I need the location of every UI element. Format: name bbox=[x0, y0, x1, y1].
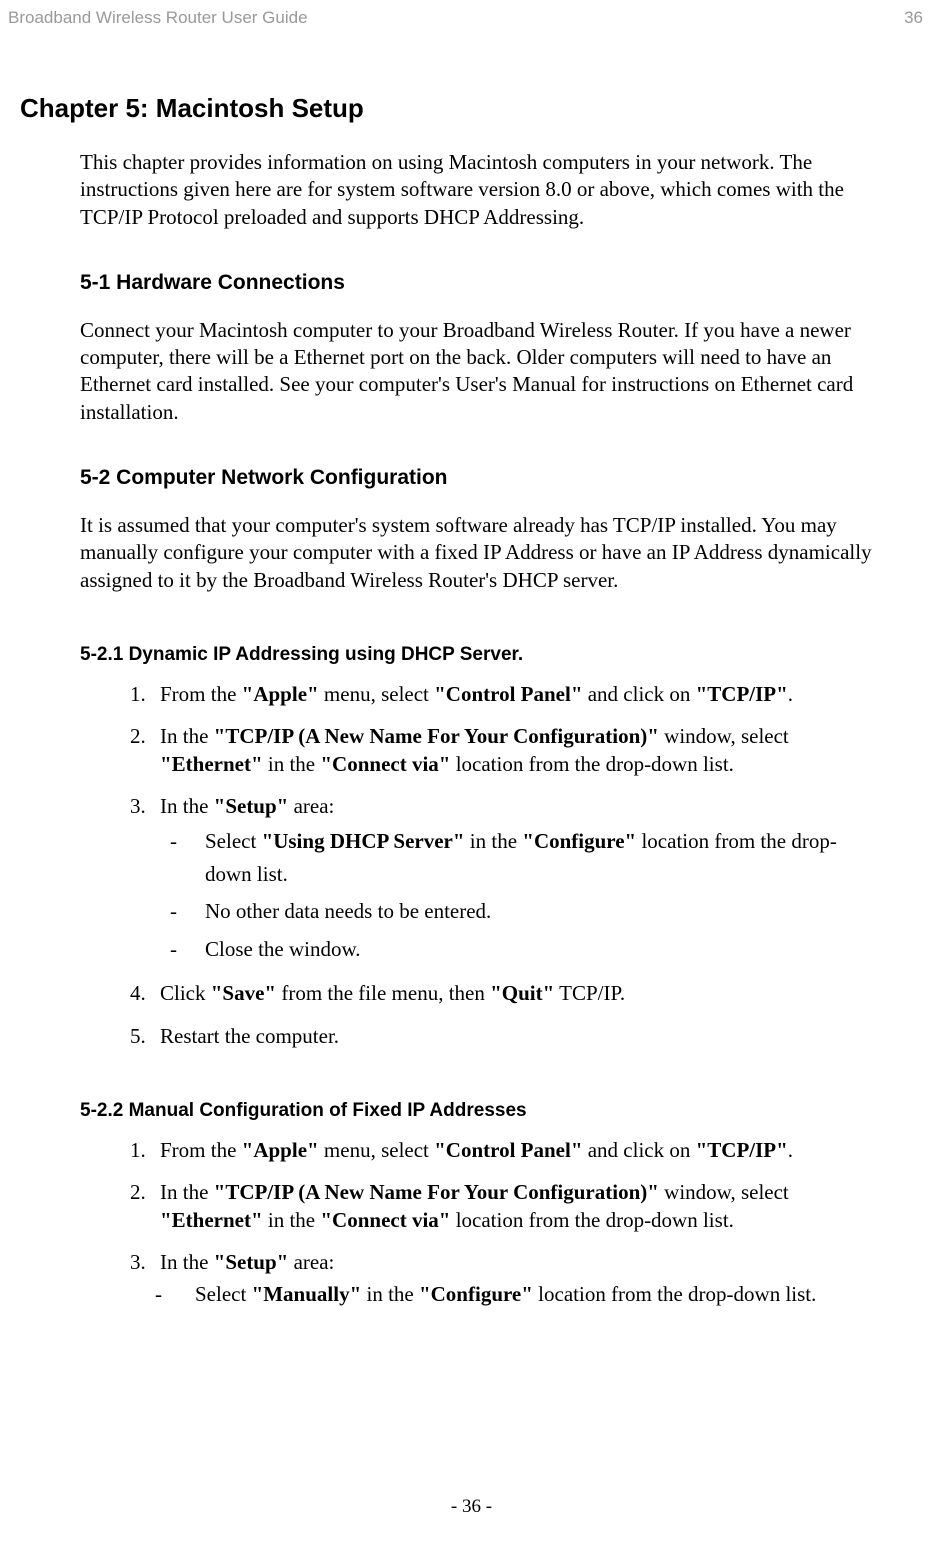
header-page-number: 36 bbox=[904, 8, 923, 28]
page-content: Chapter 5: Macintosh Setup This chapter … bbox=[0, 28, 943, 1308]
section-52-title: 5-2 Computer Network Configuration bbox=[80, 466, 883, 490]
list-item: 1. From the "Apple" menu, select "Contro… bbox=[130, 681, 883, 708]
item-text: From the bbox=[160, 682, 242, 706]
sub-list-item: - No other data needs to be entered. bbox=[170, 895, 883, 928]
bold-text: "TCP/IP" bbox=[696, 1138, 788, 1162]
item-text: In the bbox=[160, 1250, 214, 1274]
bold-text: "Setup" bbox=[214, 794, 289, 818]
item-text: In the bbox=[160, 724, 214, 748]
bold-text: "Setup" bbox=[214, 1250, 289, 1274]
item-text: and click on bbox=[582, 1138, 695, 1162]
dash: - bbox=[170, 895, 177, 928]
item-text: window, select bbox=[659, 724, 789, 748]
item-text: Select bbox=[195, 1282, 252, 1306]
section-51-body: Connect your Macintosh computer to your … bbox=[80, 317, 883, 426]
item-text: . bbox=[788, 1138, 793, 1162]
item-number: 4. bbox=[130, 980, 146, 1007]
item-text: in the bbox=[361, 1282, 419, 1306]
item-text: Close the window. bbox=[205, 937, 361, 961]
chapter-title: Chapter 5: Macintosh Setup bbox=[20, 93, 883, 124]
item-text: In the bbox=[160, 1180, 214, 1204]
item-text: . bbox=[788, 682, 793, 706]
item-number: 3. bbox=[130, 1249, 146, 1276]
item-text: location from the drop-down list. bbox=[450, 752, 733, 776]
bold-text: "Apple" bbox=[242, 1138, 319, 1162]
dash: - bbox=[170, 825, 177, 858]
sub-list: - Select "Manually" in the "Configure" l… bbox=[155, 1281, 883, 1308]
dash: - bbox=[155, 1281, 162, 1308]
bold-text: "Control Panel" bbox=[434, 1138, 582, 1162]
item-text: menu, select bbox=[319, 682, 434, 706]
bold-text: "Control Panel" bbox=[434, 682, 582, 706]
bold-text: "Save" bbox=[211, 981, 276, 1005]
bold-text: "TCP/IP (A New Name For Your Configurati… bbox=[214, 724, 659, 748]
section-51-title: 5-1 Hardware Connections bbox=[80, 271, 883, 295]
bold-text: "Configure" bbox=[419, 1282, 533, 1306]
item-text: From the bbox=[160, 1138, 242, 1162]
item-number: 2. bbox=[130, 723, 146, 750]
sub-list: - Select "Using DHCP Server" in the "Con… bbox=[170, 825, 883, 965]
item-text: location from the drop-down list. bbox=[450, 1208, 733, 1232]
item-text: TCP/IP. bbox=[554, 981, 625, 1005]
bold-text: "Configure" bbox=[522, 829, 636, 853]
bold-text: "Ethernet" bbox=[160, 1208, 263, 1232]
section-521-title: 5-2.1 Dynamic IP Addressing using DHCP S… bbox=[80, 644, 883, 666]
list-item: 1. From the "Apple" menu, select "Contro… bbox=[130, 1137, 883, 1164]
bold-text: "Manually" bbox=[252, 1282, 362, 1306]
page-header: Broadband Wireless Router User Guide 36 bbox=[0, 0, 943, 28]
bold-text: "Connect via" bbox=[320, 752, 450, 776]
sub-list-item: - Select "Using DHCP Server" in the "Con… bbox=[170, 825, 883, 890]
bold-text: "Apple" bbox=[242, 682, 319, 706]
item-number: 5. bbox=[130, 1023, 146, 1050]
item-number: 3. bbox=[130, 793, 146, 820]
item-number: 1. bbox=[130, 1137, 146, 1164]
item-text: area: bbox=[288, 1250, 334, 1274]
item-text: window, select bbox=[659, 1180, 789, 1204]
bold-text: "Using DHCP Server" bbox=[262, 829, 465, 853]
section-522-title: 5-2.2 Manual Configuration of Fixed IP A… bbox=[80, 1100, 883, 1122]
item-text: location from the drop-down list. bbox=[533, 1282, 816, 1306]
dash: - bbox=[170, 933, 177, 966]
list-item: 4. Click "Save" from the file menu, then… bbox=[130, 980, 883, 1007]
item-text: Click bbox=[160, 981, 211, 1005]
bold-text: "TCP/IP (A New Name For Your Configurati… bbox=[214, 1180, 659, 1204]
item-text: No other data needs to be entered. bbox=[205, 899, 491, 923]
section-52-body: It is assumed that your computer's syste… bbox=[80, 512, 883, 594]
sub-list-item: - Select "Manually" in the "Configure" l… bbox=[155, 1281, 883, 1308]
page-footer: - 36 - bbox=[0, 1496, 943, 1518]
list-item: 2. In the "TCP/IP (A New Name For Your C… bbox=[130, 723, 883, 778]
bold-text: "Connect via" bbox=[320, 1208, 450, 1232]
item-text: in the bbox=[263, 1208, 321, 1232]
header-title: Broadband Wireless Router User Guide bbox=[8, 8, 308, 28]
item-text: menu, select bbox=[319, 1138, 434, 1162]
item-text: in the bbox=[465, 829, 523, 853]
section-522-list: 1. From the "Apple" menu, select "Contro… bbox=[130, 1137, 883, 1308]
list-item: 3. In the "Setup" area: - Select "Using … bbox=[130, 793, 883, 965]
list-item: 3. In the "Setup" area: - Select "Manual… bbox=[130, 1249, 883, 1309]
item-text: Restart the computer. bbox=[160, 1024, 339, 1048]
list-item: 2. In the "TCP/IP (A New Name For Your C… bbox=[130, 1179, 883, 1234]
bold-text: "Quit" bbox=[490, 981, 554, 1005]
list-item: 5. Restart the computer. bbox=[130, 1023, 883, 1050]
section-521-list: 1. From the "Apple" menu, select "Contro… bbox=[130, 681, 883, 1050]
item-text: and click on bbox=[582, 682, 695, 706]
item-number: 2. bbox=[130, 1179, 146, 1206]
item-text: Select bbox=[205, 829, 262, 853]
bold-text: "Ethernet" bbox=[160, 752, 263, 776]
item-text: In the bbox=[160, 794, 214, 818]
chapter-intro: This chapter provides information on usi… bbox=[80, 149, 883, 231]
item-number: 1. bbox=[130, 681, 146, 708]
item-text: area: bbox=[288, 794, 334, 818]
sub-list-item: - Close the window. bbox=[170, 933, 883, 966]
item-text: in the bbox=[263, 752, 321, 776]
item-text: from the file menu, then bbox=[276, 981, 490, 1005]
bold-text: "TCP/IP" bbox=[696, 682, 788, 706]
